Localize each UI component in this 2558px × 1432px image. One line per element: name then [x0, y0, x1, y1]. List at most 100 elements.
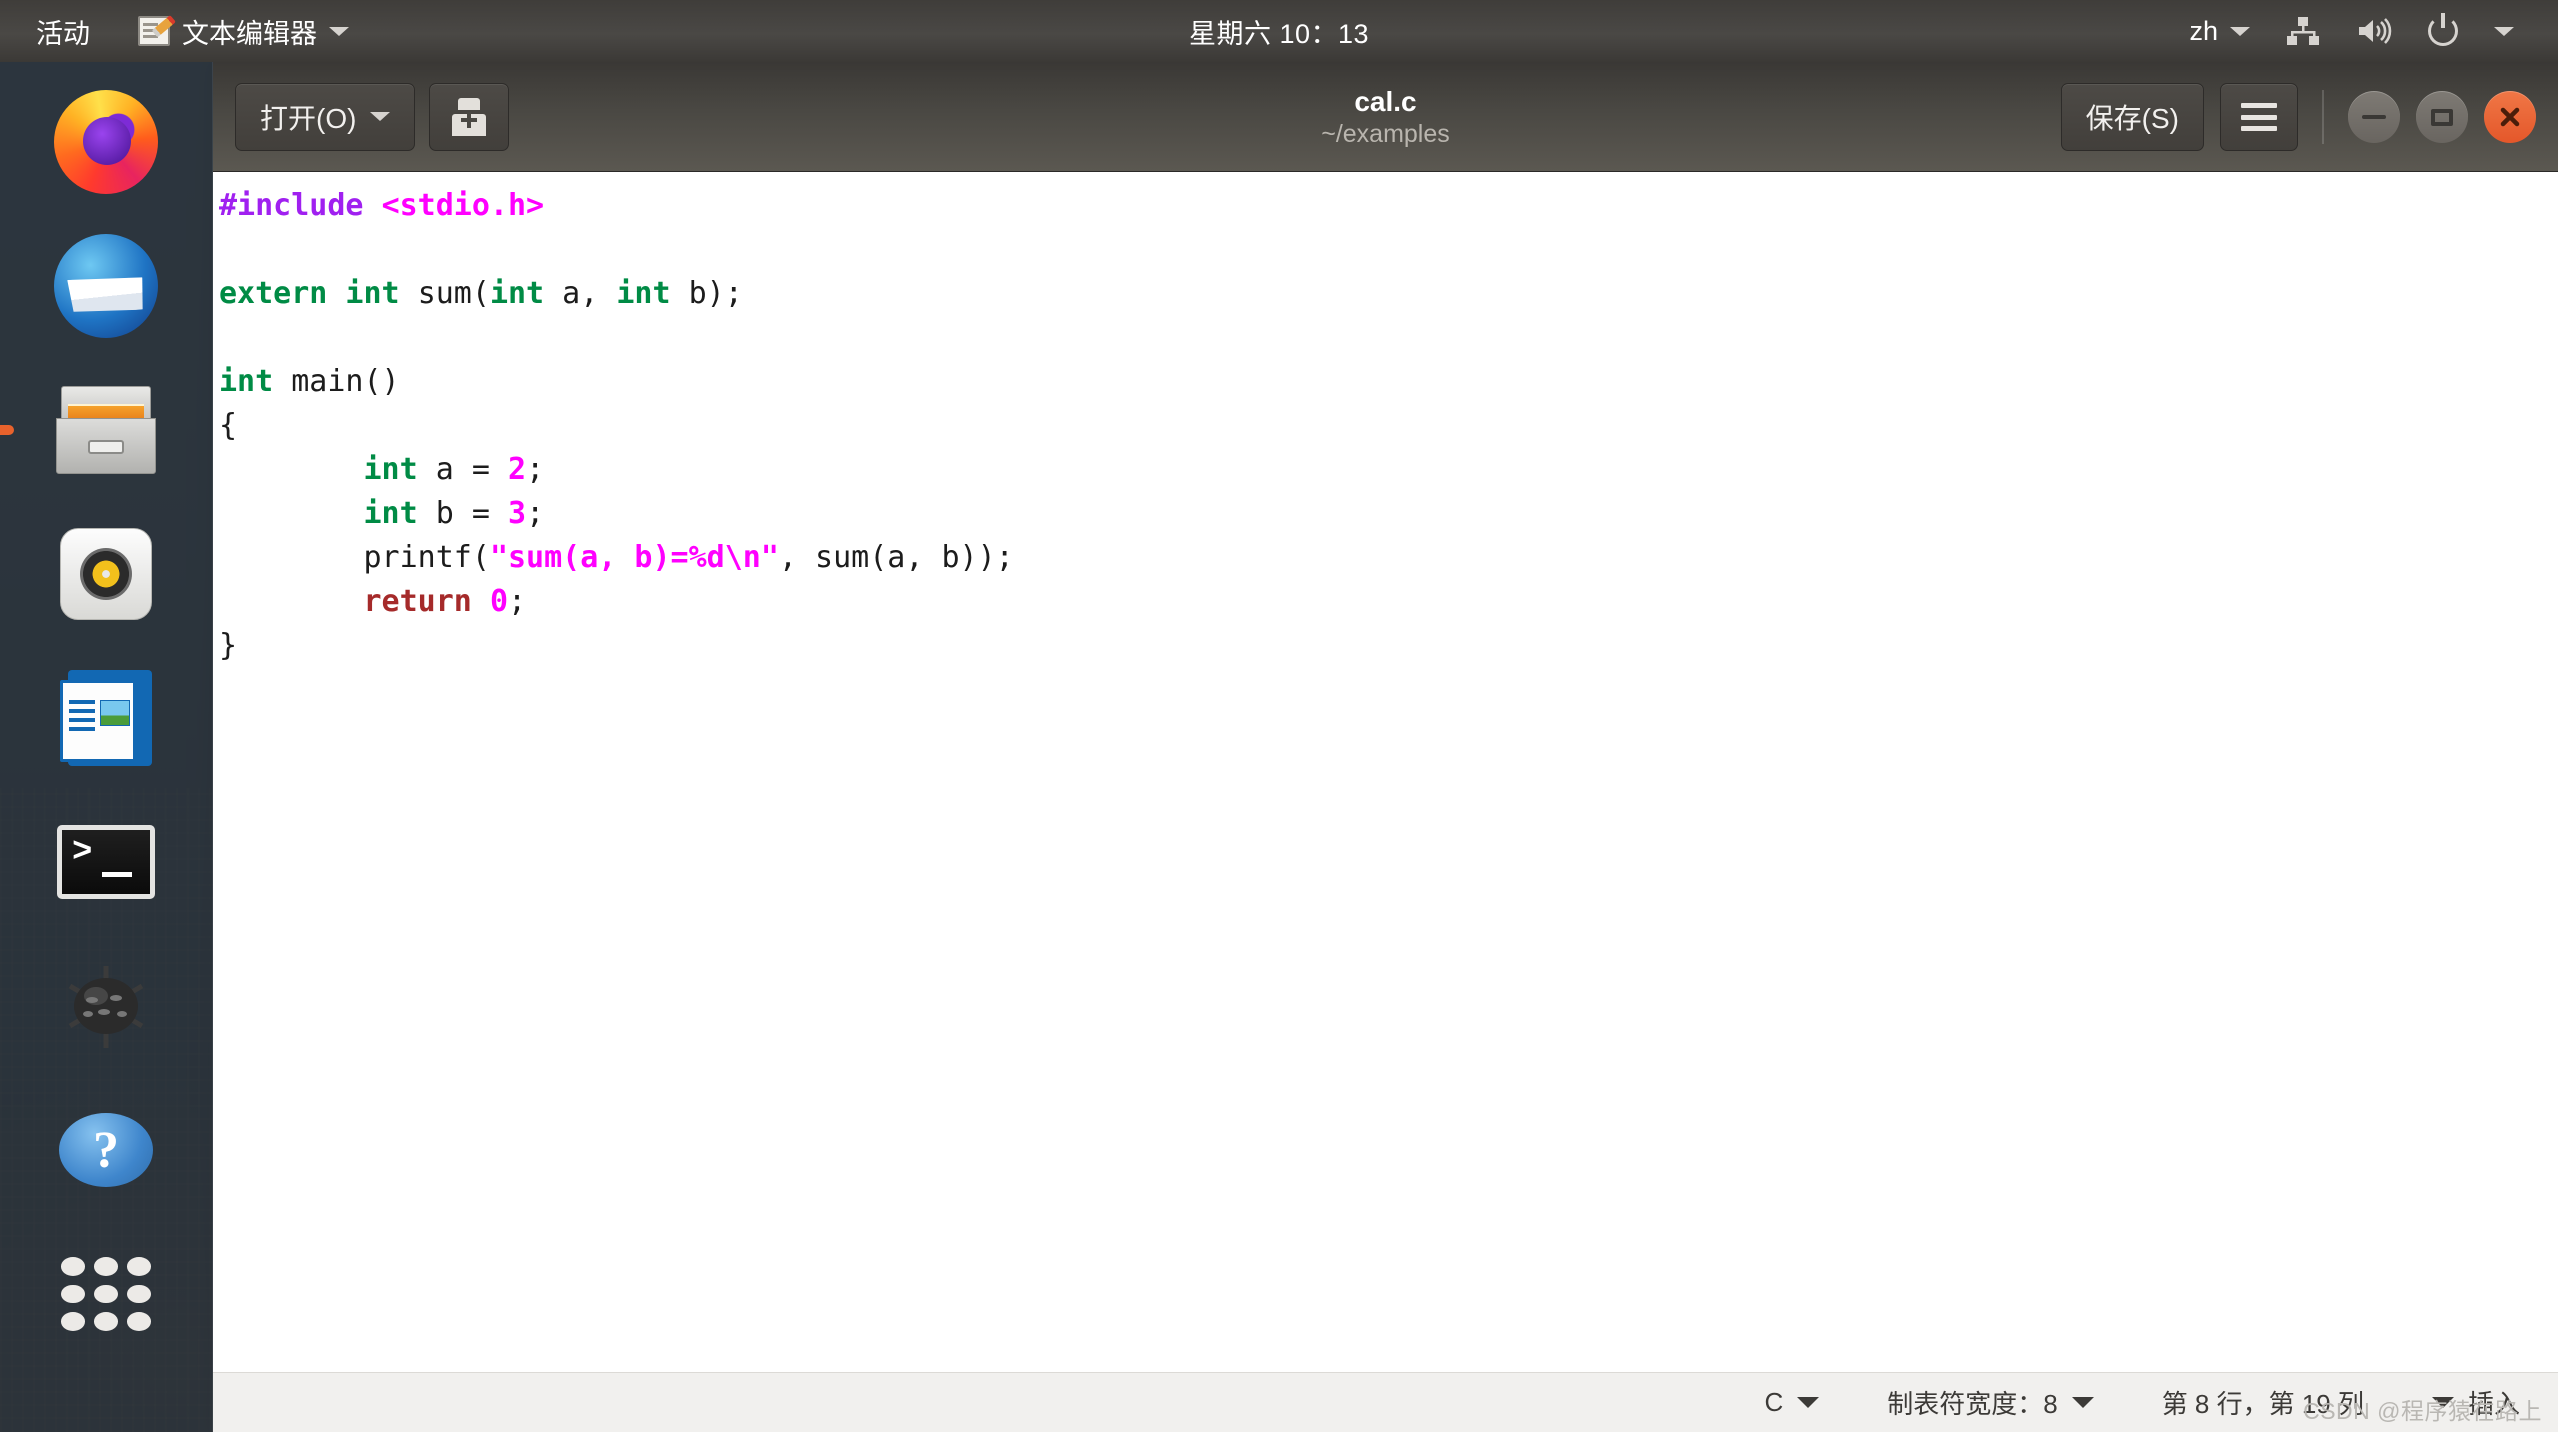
minimize-button[interactable] [2348, 91, 2400, 143]
app-menu-label: 文本编辑器 [182, 18, 317, 49]
code-token: ; [526, 496, 545, 531]
code-token: ; [526, 452, 545, 487]
tab-width-selector[interactable]: 制表符宽度：8 [1853, 1384, 2127, 1421]
maximize-button[interactable] [2416, 91, 2468, 143]
code-token: printf( [219, 540, 490, 575]
code-token: int [489, 276, 545, 311]
hamburger-menu-button[interactable] [2220, 83, 2298, 151]
code-token: int [616, 276, 671, 311]
code-token: int [363, 496, 418, 531]
chevron-down-icon [2071, 1397, 2094, 1408]
keyboard-layout-button[interactable]: zh [2171, 0, 2268, 62]
cursor-position: 第 8 行，第 19 列 [2128, 1384, 2398, 1421]
window-header-bar: 打开(O) cal.c ~/examples 保存(S) [213, 62, 2558, 172]
code-token: int [219, 364, 274, 399]
insert-mode-label: 插入 [2467, 1389, 2520, 1419]
maximize-icon [2431, 108, 2453, 126]
tab-width-label: 制表符宽度：8 [1887, 1389, 2058, 1419]
new-document-icon [450, 97, 488, 136]
keyboard-layout-label: zh [2189, 15, 2218, 46]
libreoffice-writer-icon [60, 670, 152, 766]
app-menu-button[interactable]: 文本编辑器 [120, 0, 367, 62]
code-line: printf("sum(a, b)=%d\n", sum(a, b)); [219, 536, 2558, 580]
clock-label: 星期六 10：13 [1188, 18, 1370, 49]
dock-item-help[interactable]: ? [44, 1088, 168, 1212]
close-button[interactable] [2484, 91, 2536, 143]
code-token: a = [417, 452, 508, 487]
text-editor-area[interactable]: #include <stdio.h> extern int sum(int a,… [213, 172, 2558, 1372]
language-selector[interactable]: C [1730, 1387, 1853, 1418]
code-token: 3 [508, 496, 527, 531]
code-line: int main() [219, 360, 2558, 404]
dock-item-rhythmbox[interactable] [44, 512, 168, 636]
code-token: main() [273, 364, 400, 399]
dock-item-libreoffice-writer[interactable] [44, 656, 168, 780]
activities-button[interactable]: 活动 [0, 0, 120, 62]
terminal-icon [57, 825, 155, 899]
thunderbird-icon [54, 234, 158, 338]
chevron-down-icon [1797, 1397, 1820, 1408]
open-file-label: 打开(O) [260, 102, 357, 134]
files-icon [56, 386, 156, 474]
code-token: return [363, 584, 472, 619]
source-code-view[interactable]: #include <stdio.h> extern int sum(int a,… [213, 172, 2558, 668]
code-token: ; [508, 584, 527, 619]
new-document-button[interactable] [429, 82, 510, 151]
save-button[interactable]: 保存(S) [2060, 83, 2204, 151]
code-token: int [363, 452, 418, 487]
code-token: "sum(a, b)=%d\n" [489, 540, 779, 575]
save-label: 保存(S) [2085, 103, 2179, 134]
help-icon: ? [59, 1113, 153, 1187]
window-subtitle-path: ~/examples [1321, 119, 1450, 148]
dock-item-thunderbird[interactable] [44, 224, 168, 348]
code-token: , sum(a, b)); [778, 540, 1014, 575]
rhythmbox-icon [60, 528, 152, 620]
insert-mode-selector[interactable]: 插入 [2398, 1384, 2554, 1421]
close-icon [2500, 107, 2520, 127]
code-line: return 0; [219, 580, 2558, 624]
mines-icon [68, 966, 144, 1048]
dock-item-files[interactable] [0, 368, 168, 492]
code-line: } [219, 624, 2558, 668]
firefox-icon [54, 90, 158, 194]
network-button[interactable] [2268, 0, 2338, 62]
cursor-position-label: 第 8 行，第 19 列 [2161, 1389, 2364, 1419]
chevron-down-icon [2431, 1397, 2454, 1408]
volume-icon [2359, 18, 2392, 44]
open-file-button[interactable]: 打开(O) [235, 82, 416, 151]
dock-item-firefox[interactable] [44, 80, 168, 204]
dock-item-show-applications[interactable] [44, 1232, 168, 1356]
chevron-down-icon [329, 26, 349, 36]
minimize-icon [2362, 115, 2386, 119]
header-right-controls: 保存(S) [2060, 62, 2536, 172]
code-line: { [219, 404, 2558, 448]
dock-item-mines[interactable] [44, 944, 168, 1068]
gedit-window: 打开(O) cal.c ~/examples 保存(S) #include <s… [213, 62, 2558, 1432]
activities-label: 活动 [36, 18, 90, 49]
clock-button[interactable]: 星期六 10：13 [1189, 0, 1369, 62]
code-line: int a = 2; [219, 448, 2558, 492]
code-token: 0 [489, 584, 508, 619]
chevron-down-icon [2494, 26, 2514, 36]
code-token: b = [417, 496, 508, 531]
system-indicators: zh [2171, 0, 2558, 62]
volume-button[interactable] [2338, 0, 2410, 62]
code-line: extern int sum(int a, int b); [219, 272, 2558, 316]
code-token: a, [544, 276, 617, 311]
code-token: sum( [417, 276, 490, 311]
code-token: <stdio.h> [381, 188, 545, 223]
dock-item-terminal[interactable] [44, 800, 168, 924]
gedit-icon [138, 16, 170, 46]
header-divider [2322, 90, 2324, 144]
system-menu-button[interactable] [2476, 0, 2532, 62]
hamburger-menu-icon [2241, 103, 2277, 131]
network-icon [2287, 17, 2319, 45]
power-button[interactable] [2410, 0, 2476, 62]
code-line: int b = 3; [219, 492, 2558, 536]
code-token: b); [670, 276, 743, 311]
